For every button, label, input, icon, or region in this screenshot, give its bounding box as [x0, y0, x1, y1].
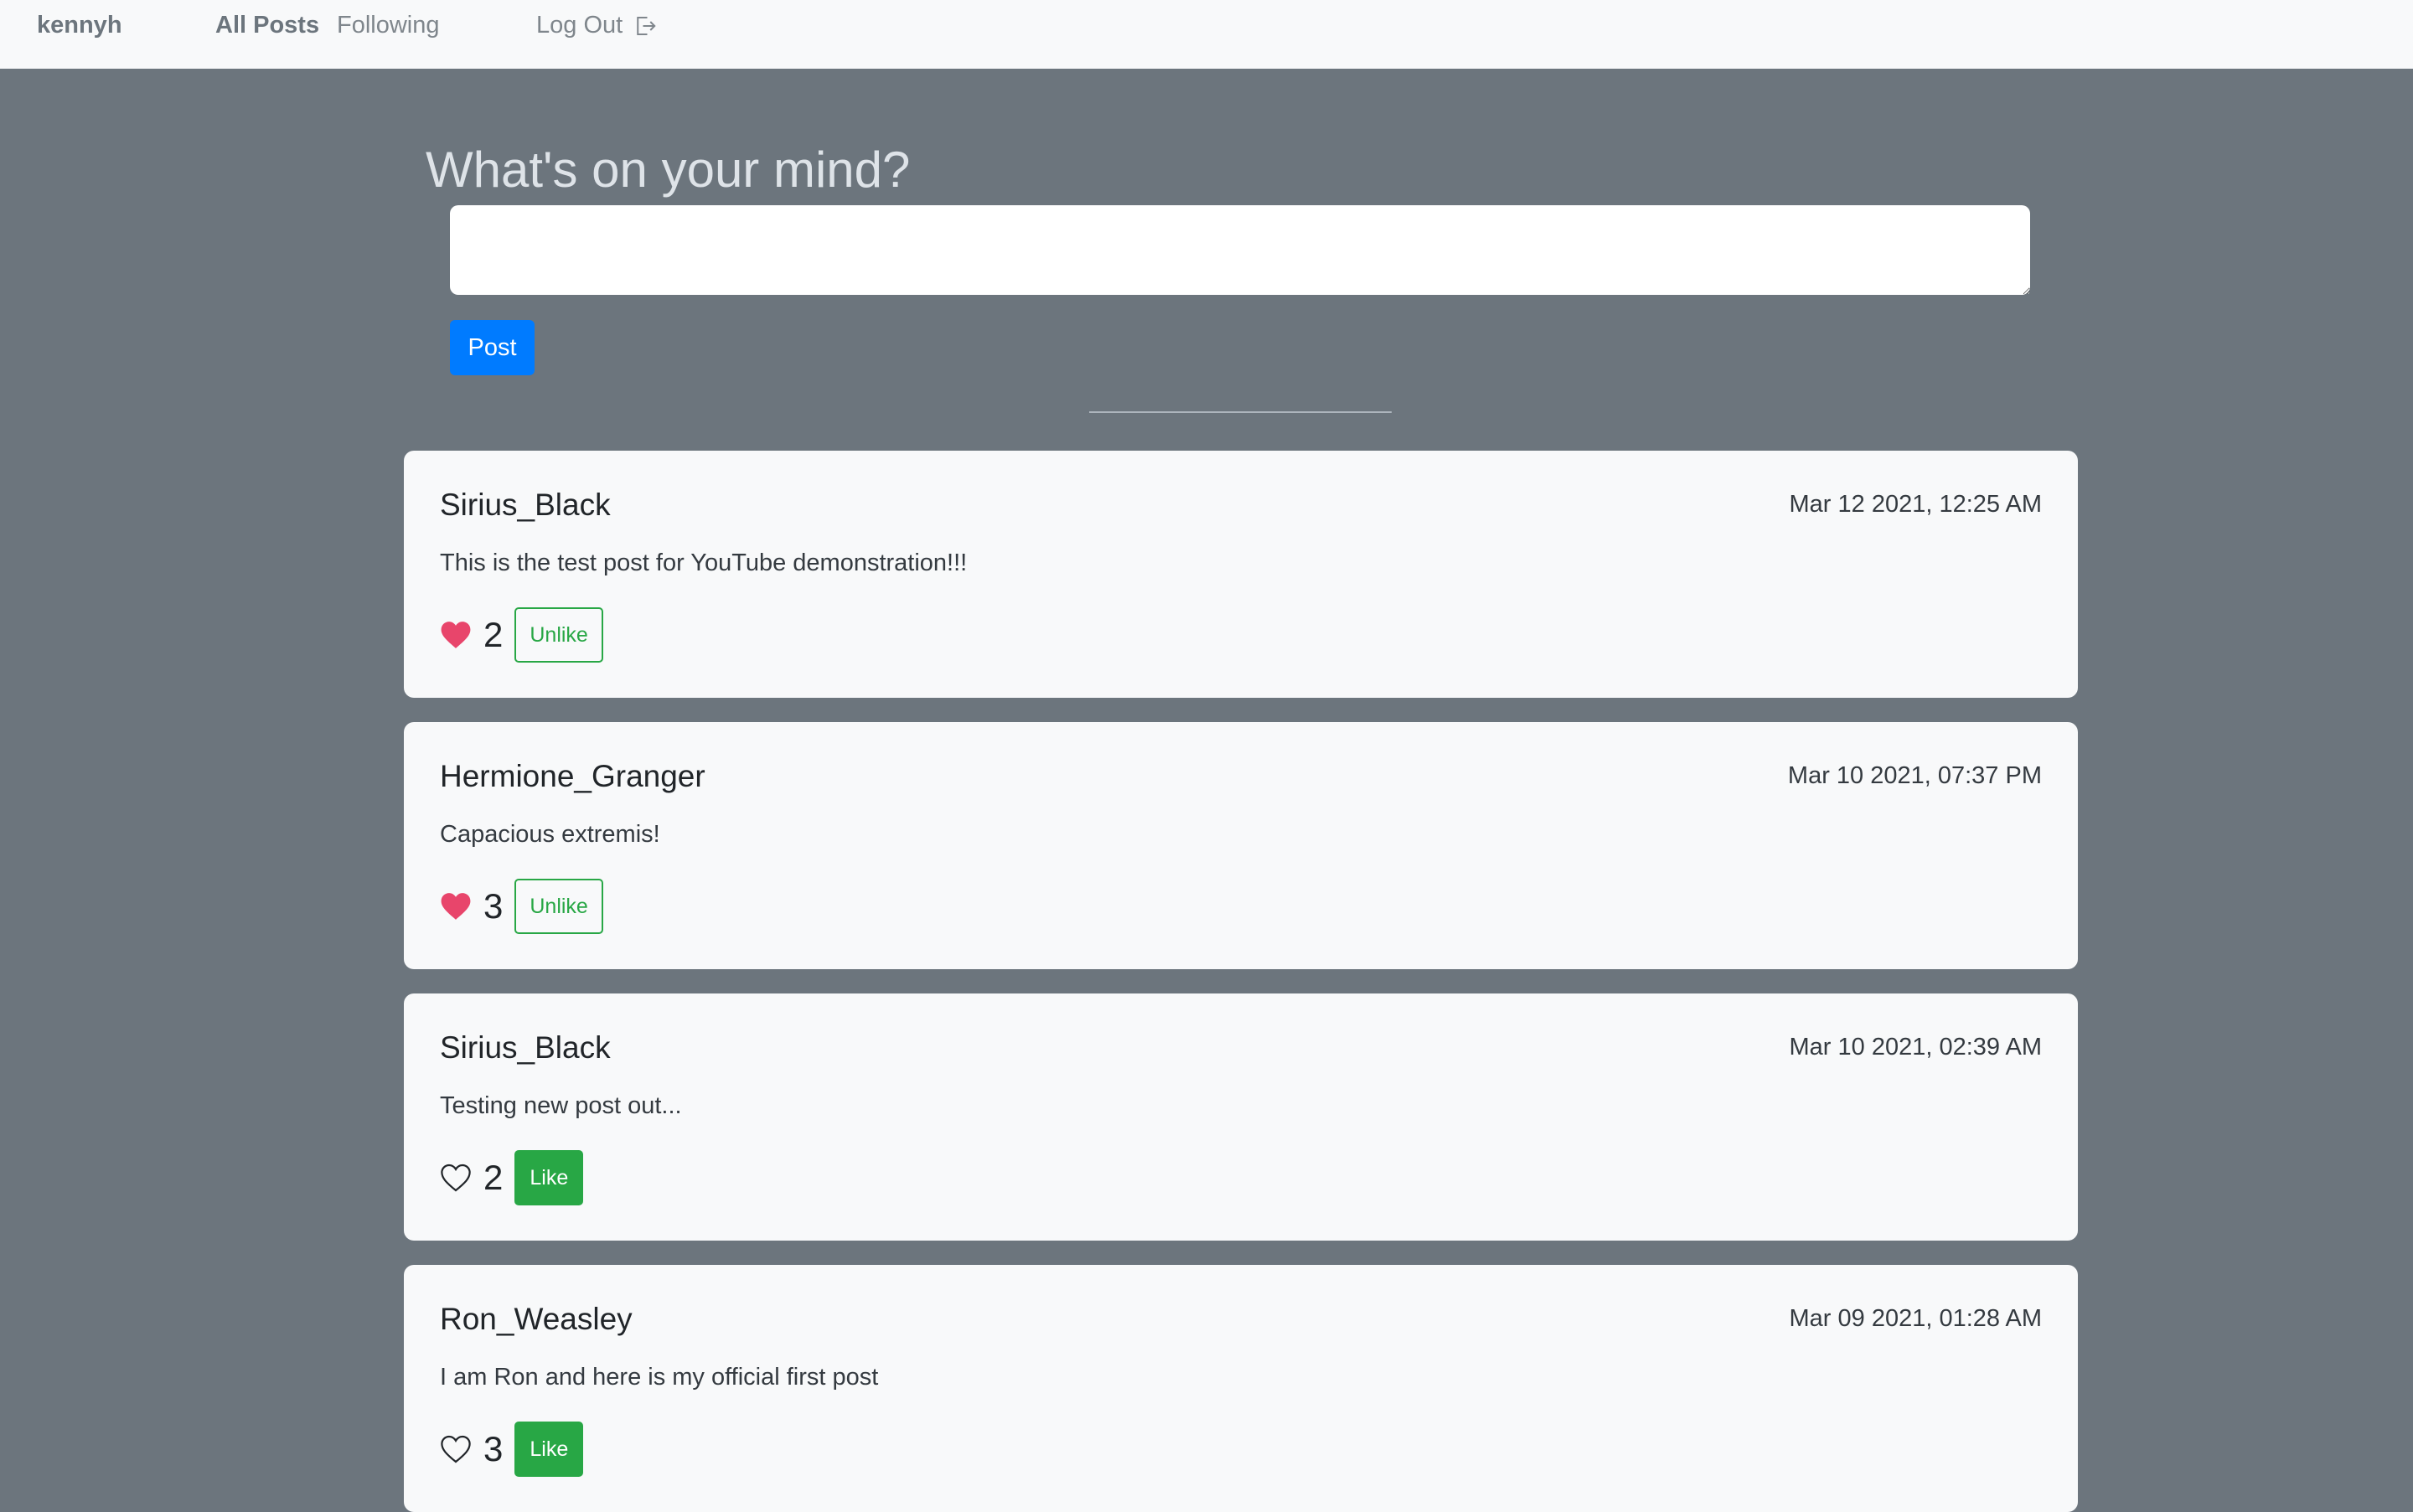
post-footer: 2 Like: [440, 1149, 584, 1206]
post-card: Sirius_Black Mar 12 2021, 12:25 AM This …: [404, 451, 2078, 698]
heart-filled-icon: [441, 893, 471, 920]
post-card: Hermione_Granger Mar 10 2021, 07:37 PM C…: [404, 722, 2078, 969]
like-button[interactable]: Like: [514, 1422, 584, 1477]
post-content: Testing new post out...: [440, 1092, 682, 1119]
post-timestamp: Mar 12 2021, 12:25 AM: [1789, 491, 2042, 518]
nav-all-posts[interactable]: All Posts: [215, 12, 319, 39]
post-footer: 3 Like: [440, 1421, 584, 1478]
like-count: 2: [483, 615, 504, 654]
post-timestamp: Mar 10 2021, 02:39 AM: [1789, 1034, 2042, 1060]
divider: [1089, 411, 1392, 413]
post-timestamp: Mar 10 2021, 07:37 PM: [1787, 762, 2042, 789]
heart-outline-icon: [441, 1164, 471, 1192]
post-footer: 2 Unlike: [440, 606, 603, 663]
logout-label: Log Out: [536, 12, 623, 39]
post-timestamp: Mar 09 2021, 01:28 AM: [1789, 1305, 2042, 1332]
heart-outline-icon: [441, 1435, 471, 1463]
post-content: I am Ron and here is my official first p…: [440, 1364, 879, 1391]
like-count: 2: [483, 1158, 504, 1197]
nav-following[interactable]: Following: [337, 12, 440, 39]
post-username[interactable]: Hermione_Granger: [440, 759, 705, 794]
unlike-button[interactable]: Unlike: [514, 879, 603, 934]
nav-logout[interactable]: Log Out: [536, 12, 658, 39]
post-card: Sirius_Black Mar 10 2021, 02:39 AM Testi…: [404, 993, 2078, 1241]
heart-filled-icon: [441, 622, 471, 648]
logout-icon: [637, 16, 656, 35]
post-username[interactable]: Sirius_Black: [440, 488, 611, 523]
post-content: Capacious extremis!: [440, 821, 660, 848]
post-button[interactable]: Post: [450, 320, 535, 375]
post-footer: 3 Unlike: [440, 878, 603, 935]
post-username[interactable]: Ron_Weasley: [440, 1302, 633, 1337]
unlike-button[interactable]: Unlike: [514, 607, 603, 663]
brand-username[interactable]: kennyh: [37, 12, 122, 39]
post-card: Ron_Weasley Mar 09 2021, 01:28 AM I am R…: [404, 1265, 2078, 1512]
post-content: This is the test post for YouTube demons…: [440, 550, 968, 576]
top-navbar: kennyh All Posts Following Log Out: [0, 0, 2413, 69]
like-button[interactable]: Like: [514, 1150, 584, 1205]
like-count: 3: [483, 886, 504, 926]
post-username[interactable]: Sirius_Black: [440, 1030, 611, 1066]
compose-textarea[interactable]: [450, 205, 2030, 295]
like-count: 3: [483, 1429, 504, 1468]
compose-title: What's on your mind?: [426, 142, 911, 198]
